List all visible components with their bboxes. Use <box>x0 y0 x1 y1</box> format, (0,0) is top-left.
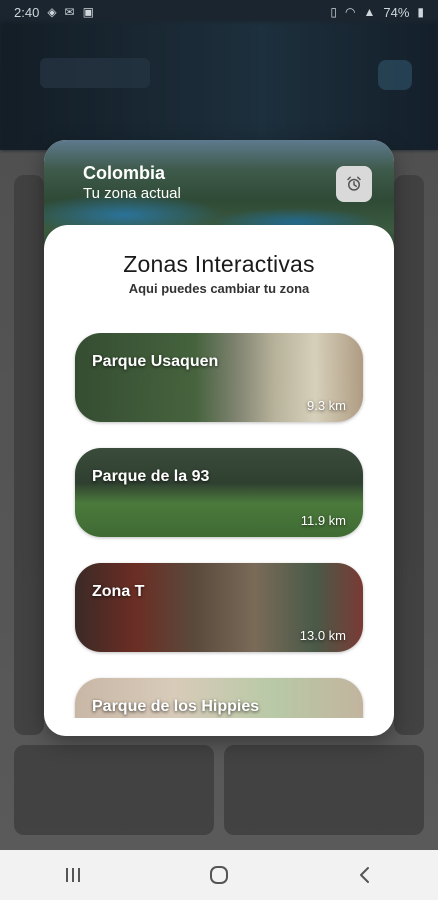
status-time: 2:40 <box>14 4 40 20</box>
wifi-icon: ◠ <box>344 5 356 19</box>
sheet-title: Zonas Interactivas <box>123 251 315 277</box>
zones-list[interactable]: Parque Usaquen 9.3 km Parque de la 93 11… <box>44 333 394 718</box>
vibrate-icon: ▯ <box>330 5 337 19</box>
zone-card-parque-usaquen[interactable]: Parque Usaquen 9.3 km <box>75 333 363 422</box>
battery-text: 74% <box>383 4 410 20</box>
zones-modal: Colombia Tu zona actual Zonas Interactiv… <box>44 140 394 736</box>
zone-name: Parque de los Hippies <box>92 698 260 715</box>
alarm-clock-icon <box>347 176 361 191</box>
back-button[interactable] <box>335 855 395 895</box>
zone-name: Parque de la 93 <box>92 468 210 485</box>
home-button[interactable] <box>189 855 249 895</box>
current-zone-title: Colombia <box>83 163 166 183</box>
back-icon <box>360 867 369 883</box>
zone-distance: 9.3 km <box>306 398 346 413</box>
zone-card-zona-t[interactable]: Zona T 13.0 km <box>75 563 363 652</box>
zones-sheet: Zonas Interactivas Aqui puedes cambiar t… <box>44 225 394 736</box>
zone-card-parque-de-los-hippies[interactable]: Parque de los Hippies <box>75 678 363 718</box>
alarm-button[interactable] <box>336 166 372 202</box>
status-bar: 2:40 ◈ ✉ ▣ ▯ ◠ ▲ 74% ▮ <box>0 0 438 24</box>
zone-name: Zona T <box>92 583 145 600</box>
system-navigation-bar <box>0 850 438 900</box>
zone-distance: 13.0 km <box>299 628 346 643</box>
battery-icon: ▮ <box>417 5 424 19</box>
recents-button[interactable] <box>43 855 103 895</box>
zone-distance: 11.9 km <box>300 513 346 528</box>
current-zone-subtitle: Tu zona actual <box>83 185 181 202</box>
image-icon: ▣ <box>82 5 94 19</box>
notification-icon: ◈ <box>47 5 57 19</box>
recents-icon <box>66 868 80 882</box>
sheet-subtitle: Aqui puedes cambiar tu zona <box>128 281 310 296</box>
signal-icon: ▲ <box>363 5 376 19</box>
zone-name: Parque Usaquen <box>92 353 219 370</box>
zone-card-parque-de-la-93[interactable]: Parque de la 93 11.9 km <box>75 448 363 537</box>
message-icon: ✉ <box>64 5 75 19</box>
home-icon <box>210 866 228 884</box>
